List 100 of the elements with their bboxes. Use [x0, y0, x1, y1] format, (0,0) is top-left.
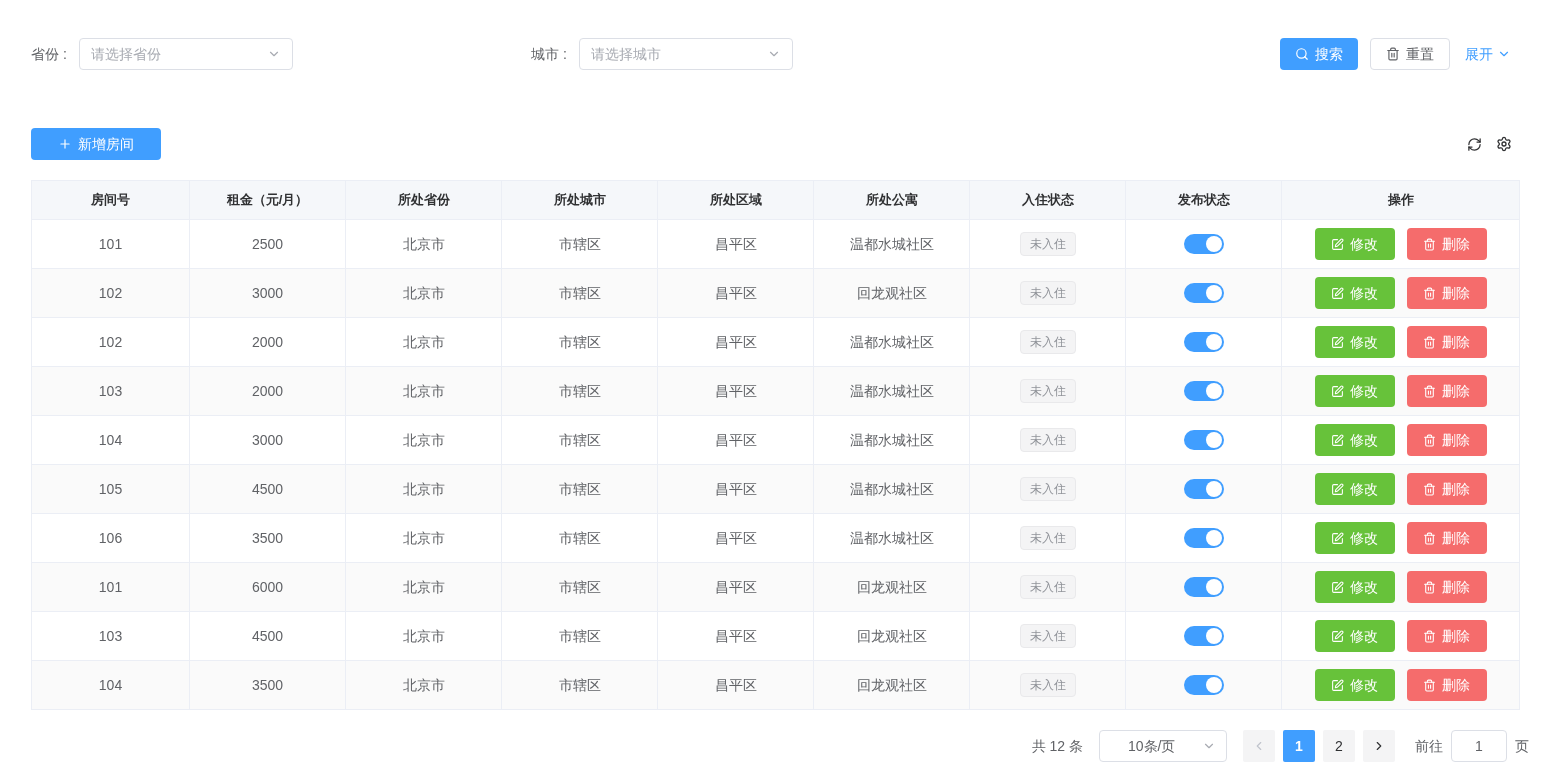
edit-icon [1331, 286, 1344, 300]
table-cell-text: 昌平区 [714, 283, 757, 303]
publish-switch[interactable] [1183, 675, 1224, 695]
publish-switch[interactable] [1183, 528, 1224, 548]
refresh-icon[interactable] [1467, 136, 1482, 152]
table-cell-text: 105 [98, 479, 123, 499]
column-header: 所处城市 [553, 191, 606, 210]
table-cell-text: 106 [98, 528, 123, 548]
table-cell-text: 昌平区 [714, 479, 757, 499]
trash-icon [1423, 433, 1436, 447]
table-cell-text: 回龙观社区 [856, 577, 927, 597]
edit-button[interactable]: 修改 [1314, 375, 1395, 407]
delete-button[interactable]: 删除 [1406, 228, 1487, 260]
delete-button[interactable]: 删除 [1406, 277, 1487, 309]
table-cell-text: 6000 [251, 577, 284, 597]
table-cell-text: 市辖区 [558, 528, 601, 548]
select-field[interactable]: 请选择省份 [78, 38, 293, 70]
search-button[interactable]: 搜索 [1280, 38, 1358, 70]
publish-switch[interactable] [1183, 626, 1224, 646]
search-icon [1295, 47, 1309, 61]
table-cell-text: 市辖区 [558, 479, 601, 499]
edit-button[interactable]: 修改 [1314, 669, 1395, 701]
plus-icon [58, 137, 72, 151]
table-cell-text: 市辖区 [558, 283, 601, 303]
filter-label: 省份 : [31, 44, 67, 64]
delete-button[interactable]: 删除 [1406, 669, 1487, 701]
add-room-button[interactable]: 新增房间 [31, 128, 161, 160]
publish-switch[interactable] [1183, 479, 1224, 499]
publish-switch[interactable] [1183, 332, 1224, 352]
table-cell-text: 3500 [251, 528, 284, 548]
trash-icon [1423, 384, 1436, 398]
filter-label: 城市 : [531, 44, 567, 64]
table-cell-text: 北京市 [402, 675, 445, 695]
edit-button[interactable]: 修改 [1314, 473, 1395, 505]
trash-icon [1423, 482, 1436, 496]
column-header: 所处区域 [709, 191, 762, 210]
table-cell-text: 市辖区 [558, 577, 601, 597]
column-header: 房间号 [91, 191, 130, 210]
delete-button[interactable]: 删除 [1406, 620, 1487, 652]
delete-button[interactable]: 删除 [1406, 375, 1487, 407]
table-cell-text: 市辖区 [558, 332, 601, 352]
trash-icon [1386, 47, 1400, 61]
table-cell-text: 3000 [251, 283, 284, 303]
table-cell-text: 市辖区 [558, 675, 601, 695]
settings-icon[interactable] [1496, 136, 1512, 152]
table-cell-text: 回龙观社区 [856, 283, 927, 303]
table-cell-text: 2500 [251, 234, 284, 254]
delete-button[interactable]: 删除 [1406, 424, 1487, 456]
table-cell-text: 北京市 [402, 479, 445, 499]
delete-button[interactable]: 删除 [1406, 571, 1487, 603]
edit-button[interactable]: 修改 [1314, 424, 1395, 456]
publish-switch[interactable] [1183, 283, 1224, 303]
status-tag: 未入住 [1019, 526, 1076, 550]
page-input[interactable]: 1 [1451, 730, 1507, 762]
edit-icon [1331, 433, 1344, 447]
edit-icon [1331, 482, 1344, 496]
edit-button[interactable]: 修改 [1314, 228, 1395, 260]
table-cell-text: 市辖区 [558, 430, 601, 450]
table-cell-text: 4500 [251, 479, 284, 499]
table-cell-text: 104 [98, 675, 123, 695]
edit-button[interactable]: 修改 [1314, 277, 1395, 309]
table-cell-text: 北京市 [402, 332, 445, 352]
publish-switch[interactable] [1183, 430, 1224, 450]
table-cell-text: 温都水城社区 [849, 234, 934, 254]
status-tag: 未入住 [1019, 673, 1076, 697]
table-cell-text: 103 [98, 626, 123, 646]
expand-link[interactable]: 展开 [1465, 43, 1511, 65]
reset-button[interactable]: 重置 [1370, 38, 1450, 70]
edit-button[interactable]: 修改 [1314, 620, 1395, 652]
page-size-select[interactable]: 10条/页 [1099, 730, 1227, 762]
edit-button[interactable]: 修改 [1314, 326, 1395, 358]
column-header: 入住状态 [1021, 191, 1074, 210]
trash-icon [1423, 531, 1436, 545]
status-tag: 未入住 [1019, 281, 1076, 305]
status-tag: 未入住 [1019, 232, 1076, 256]
next-page-button[interactable] [1363, 730, 1395, 762]
publish-switch[interactable] [1183, 577, 1224, 597]
trash-icon [1423, 335, 1436, 349]
table-cell-text: 昌平区 [714, 626, 757, 646]
status-tag: 未入住 [1019, 379, 1076, 403]
publish-switch[interactable] [1183, 381, 1224, 401]
table-cell-text: 北京市 [402, 381, 445, 401]
publish-switch[interactable] [1183, 234, 1224, 254]
table-cell-text: 昌平区 [714, 381, 757, 401]
edit-button[interactable]: 修改 [1314, 522, 1395, 554]
table-cell-text: 104 [98, 430, 123, 450]
table-cell-text: 北京市 [402, 283, 445, 303]
column-header: 操作 [1387, 191, 1414, 210]
status-tag: 未入住 [1019, 575, 1076, 599]
page-button[interactable]: 1 [1283, 730, 1315, 762]
select-field[interactable]: 请选择城市 [578, 38, 793, 70]
delete-button[interactable]: 删除 [1406, 522, 1487, 554]
trash-icon [1423, 580, 1436, 594]
page-button[interactable]: 2 [1323, 730, 1355, 762]
table-cell-text: 4500 [251, 626, 284, 646]
delete-button[interactable]: 删除 [1406, 473, 1487, 505]
table-cell-text: 北京市 [402, 528, 445, 548]
table-cell-text: 3500 [251, 675, 284, 695]
edit-button[interactable]: 修改 [1314, 571, 1395, 603]
delete-button[interactable]: 删除 [1406, 326, 1487, 358]
